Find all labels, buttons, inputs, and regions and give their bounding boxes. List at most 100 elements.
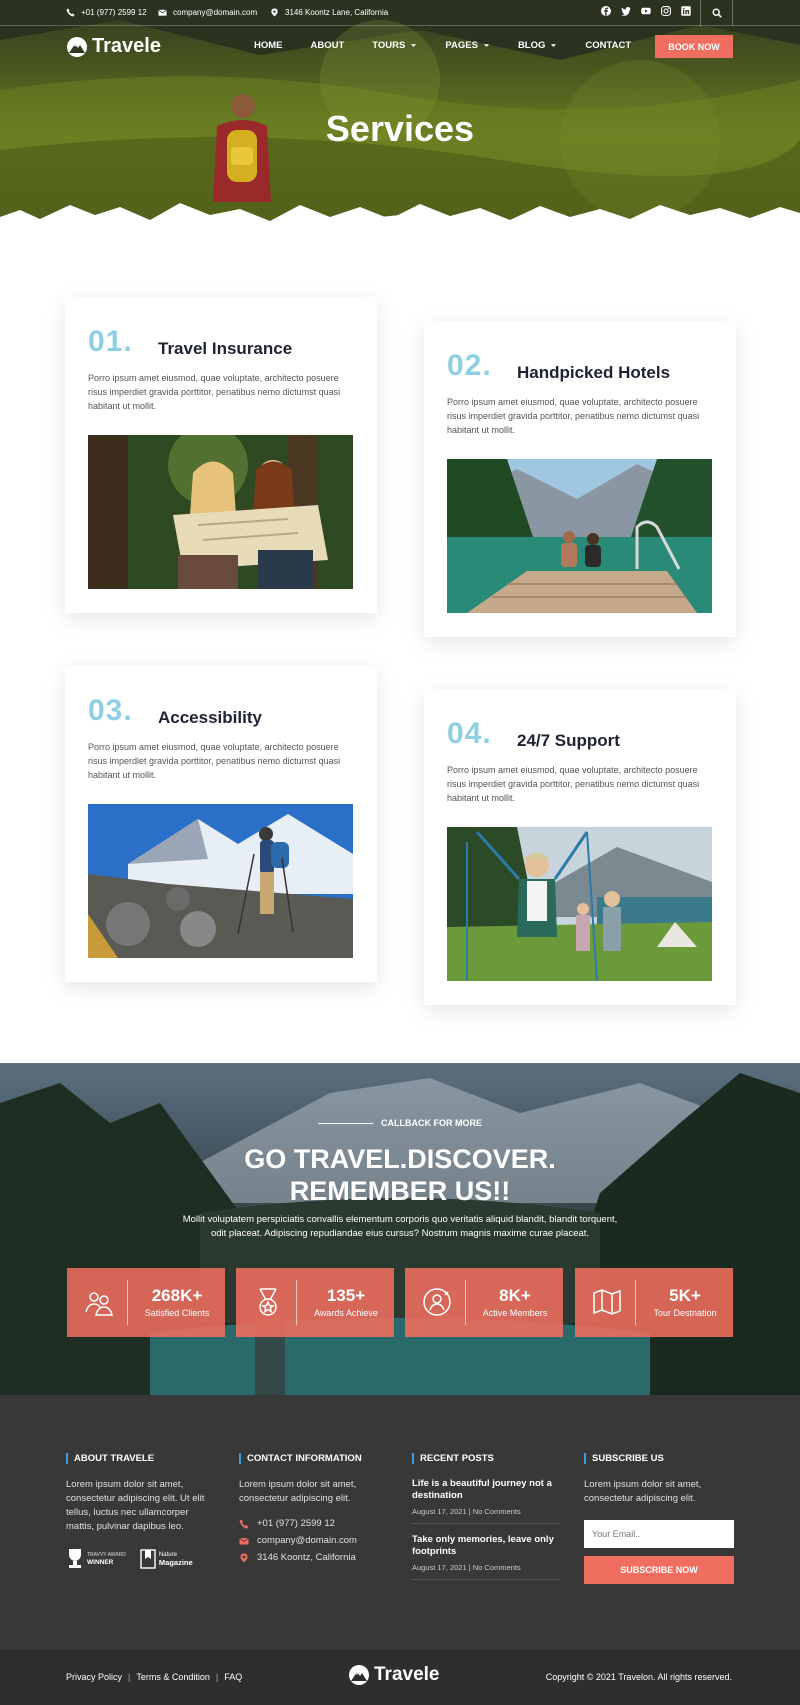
recent-post[interactable]: Life is a beautiful journey not a destin…: [412, 1478, 560, 1524]
footer-phone-text: +01 (977) 2599 12: [257, 1518, 335, 1529]
stat-box-clients: 268K+ Satisfied Clients: [67, 1268, 225, 1337]
footer-recent-posts: RECENT POSTS Life is a beautiful journey…: [412, 1453, 560, 1590]
instagram-icon[interactable]: [660, 5, 672, 17]
cta-subtitle: Mollit voluptatem perspiciatis convallis…: [182, 1214, 618, 1239]
terms-link[interactable]: Terms & Condition: [136, 1672, 210, 1682]
envelope-icon: [158, 9, 167, 16]
footer-phone[interactable]: +01 (977) 2599 12: [239, 1518, 389, 1529]
youtube-icon[interactable]: [640, 5, 652, 17]
topbar-phone-text: +01 (977) 2599 12: [81, 8, 147, 17]
linkedin-icon[interactable]: [680, 5, 692, 17]
facebook-icon[interactable]: [600, 5, 612, 17]
search-icon: [711, 8, 722, 18]
post-title[interactable]: Life is a beautiful journey not a destin…: [412, 1478, 560, 1502]
topbar-email-text: company@domain.com: [173, 8, 258, 17]
post-date: August 17, 2021: [412, 1507, 467, 1516]
chevron-down-icon: [483, 44, 490, 47]
subscribe-button[interactable]: SUBSCRIBE NOW: [584, 1556, 734, 1584]
footer-about-text: Lorem ipsum dolor sit amet, consectetur …: [66, 1479, 205, 1532]
phone-icon: [66, 8, 75, 17]
faq-link[interactable]: FAQ: [224, 1672, 242, 1682]
post-comments[interactable]: No Comments: [473, 1563, 521, 1572]
logo-mountain-icon: [67, 36, 87, 57]
footer-subscribe-heading: SUBSCRIBE US: [584, 1453, 734, 1464]
medal-icon: [259, 1288, 277, 1316]
torn-edge-divider: [0, 203, 800, 250]
cta-title-line2: REMEMBER US!!: [289, 1176, 511, 1206]
nav-home[interactable]: HOME: [240, 40, 297, 51]
service-image-mountain-hiker: [88, 804, 353, 958]
nav-about[interactable]: ABOUT: [297, 40, 359, 51]
stat-box-members: 8K+ Active Members: [405, 1268, 563, 1337]
footer-logo-text: Travele: [374, 1664, 440, 1685]
chevron-down-icon: [551, 44, 557, 47]
location-pin-icon: [240, 1553, 248, 1562]
footer-email[interactable]: company@domain.com: [239, 1535, 389, 1546]
topbar-phone[interactable]: +01 (977) 2599 12: [66, 8, 147, 17]
nav-pages[interactable]: PAGES: [431, 40, 504, 51]
cta-title: GO TRAVEL.DISCOVER. REMEMBER US!!: [0, 1143, 800, 1207]
nav-home-label: HOME: [254, 40, 283, 51]
callback-section: CALLBACK FOR MORE GO TRAVEL.DISCOVER. REM…: [0, 1063, 800, 1395]
stat-label: Tour Destnation: [653, 1308, 717, 1318]
service-card-1: 01. Travel Insurance Porro ipsum amet ei…: [65, 297, 377, 613]
footer-about-heading: ABOUT TRAVELE: [66, 1453, 216, 1464]
nav-blog[interactable]: BLOG: [504, 40, 571, 51]
service-card-2: 02. Handpicked Hotels Porro ipsum amet e…: [424, 321, 736, 637]
footer-contact-text: Lorem ipsum dolor sit amet, consectetur …: [239, 1479, 357, 1504]
book-now-button[interactable]: BOOK NOW: [655, 35, 733, 58]
hero-banner: +01 (977) 2599 12 company@domain.com 314…: [0, 0, 800, 250]
footer-contact-heading: CONTACT INFORMATION: [239, 1453, 389, 1464]
topbar-email[interactable]: company@domain.com: [158, 8, 257, 17]
privacy-policy-link[interactable]: Privacy Policy: [66, 1672, 122, 1682]
twitter-icon[interactable]: [620, 5, 632, 17]
footer-posts-heading: RECENT POSTS: [412, 1453, 560, 1464]
cta-title-line1: GO TRAVEL.DISCOVER.: [244, 1144, 556, 1174]
post-meta: August 17, 2021 | No Comments: [412, 1507, 560, 1524]
bookmark-icon: [140, 1549, 156, 1569]
bottom-bar: Privacy Policy | Terms & Condition | FAQ T…: [0, 1650, 800, 1705]
post-date: August 17, 2021: [412, 1563, 467, 1572]
service-image-happy-hikers: [447, 827, 712, 981]
nav-tours[interactable]: TOURS: [358, 40, 431, 51]
footer-logo[interactable]: Travele: [348, 1664, 440, 1686]
phone-icon: [239, 1519, 249, 1528]
top-bar: +01 (977) 2599 12 company@domain.com 314…: [0, 0, 800, 26]
cta-pretitle-text: CALLBACK FOR MORE: [381, 1118, 482, 1128]
cta-pretitle: CALLBACK FOR MORE: [0, 1118, 800, 1128]
stat-label: Satisfied Clients: [144, 1308, 210, 1318]
topbar-address: 3146 Koontz Lane, California: [270, 8, 388, 17]
service-title: Travel Insurance: [158, 339, 293, 358]
service-description: Porro ipsum amet eiusmod, quae voluptate…: [447, 765, 700, 803]
legal-links: Privacy Policy | Terms & Condition | FAQ: [66, 1672, 243, 1682]
nav-tours-label: TOURS: [372, 40, 406, 51]
service-image-travelers-map: [88, 435, 353, 589]
post-meta: August 17, 2021 | No Comments: [412, 1563, 560, 1580]
page-title: Services: [325, 108, 475, 149]
service-card-3: 03. Accessibility Porro ipsum amet eiusm…: [65, 666, 377, 982]
nav-blog-label: BLOG: [517, 40, 546, 51]
logo-mountain-icon: [349, 1665, 369, 1685]
service-description: Porro ipsum amet eiusmod, quae voluptate…: [447, 397, 700, 435]
search-button[interactable]: [700, 0, 733, 26]
post-comments[interactable]: No Comments: [473, 1507, 521, 1516]
email-subscribe-input[interactable]: [584, 1520, 734, 1548]
nav-about-label: ABOUT: [310, 40, 345, 51]
post-title[interactable]: Take only memories, leave only footprint…: [412, 1534, 560, 1558]
nav-contact[interactable]: CONTACT: [571, 40, 645, 51]
service-title: Handpicked Hotels: [517, 363, 671, 382]
nav-pages-label: PAGES: [445, 40, 478, 51]
trophy-icon: [69, 1549, 81, 1568]
stat-label: Active Members: [482, 1308, 548, 1318]
award-badges: TRAVVY AWARD WINNER Nature Magazine: [66, 1548, 216, 1570]
recent-post[interactable]: Take only memories, leave only footprint…: [412, 1534, 560, 1580]
stat-value: 268K+: [151, 1286, 203, 1305]
service-image-lake-dock: [447, 459, 712, 613]
stat-value: 135+: [326, 1286, 366, 1305]
main-nav: HOME ABOUT TOURS PAGES BLOG CONTACT: [240, 40, 645, 51]
topbar-address-text: 3146 Koontz Lane, California: [285, 8, 389, 17]
site-logo[interactable]: Travele: [66, 35, 161, 58]
service-card-4: 04. 24/7 Support Porro ipsum amet eiusmo…: [424, 689, 736, 1005]
footer-contact: CONTACT INFORMATION Lorem ipsum dolor si…: [239, 1453, 389, 1563]
footer-about: ABOUT TRAVELE Lorem ipsum dolor sit amet…: [66, 1453, 216, 1570]
